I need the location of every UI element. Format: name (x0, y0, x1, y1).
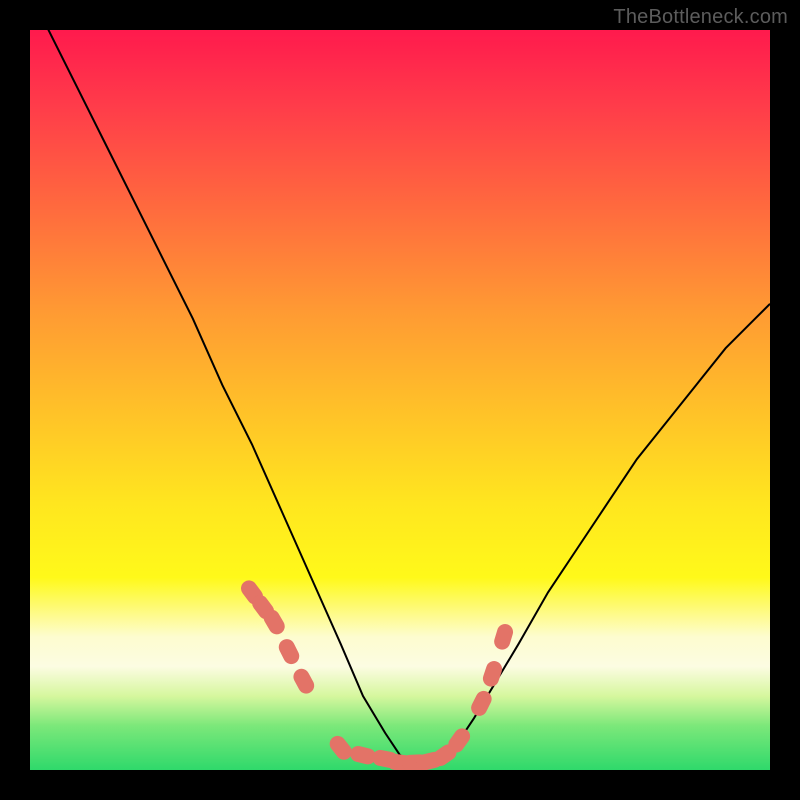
marker-blob (276, 636, 302, 666)
plot-area (30, 30, 770, 770)
chart-frame: TheBottleneck.com (0, 0, 800, 800)
marker-blob (492, 622, 515, 652)
chart-svg (30, 30, 770, 770)
marker-blob (468, 688, 494, 718)
watermark-text: TheBottleneck.com (613, 6, 788, 29)
marker-blob (291, 666, 317, 696)
marker-blob (326, 733, 355, 763)
marker-group (238, 577, 515, 770)
marker-blob (481, 659, 504, 689)
bottleneck-curve (30, 30, 770, 763)
